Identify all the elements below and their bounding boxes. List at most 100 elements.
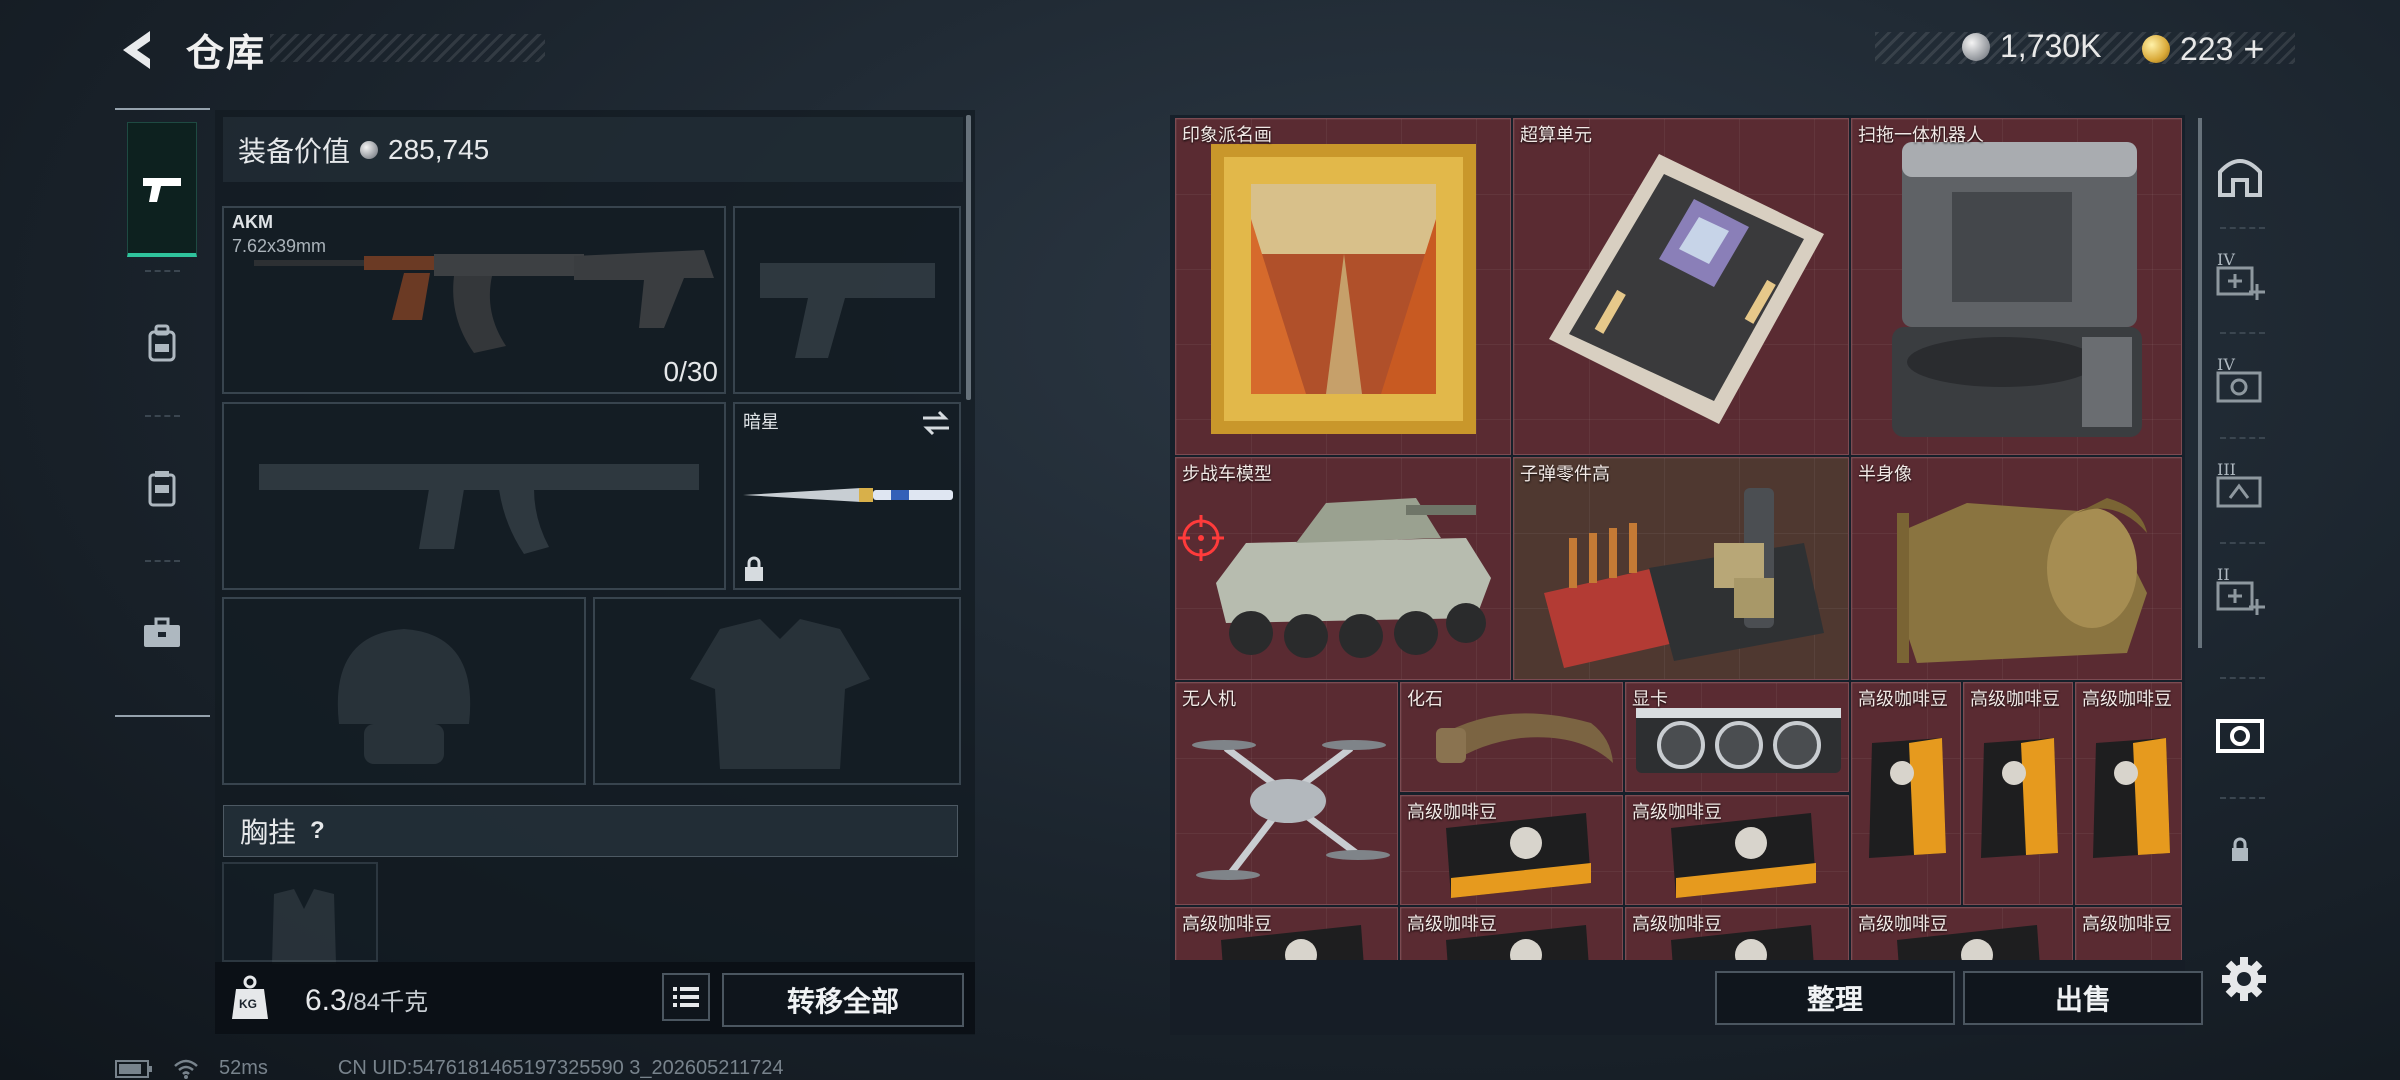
status-line: 52ms CN UID:5476181465197325590 3_202605… — [115, 1057, 783, 1080]
vest-silhouette-icon — [690, 619, 870, 769]
swap-icon[interactable] — [921, 410, 951, 436]
lock-icon — [745, 556, 763, 581]
player-uid: CN UID:5476181465197325590 3_20260521172… — [337, 1057, 784, 1079]
gold-coin-icon — [2142, 35, 2170, 63]
silver-amount: 1,730K — [2000, 28, 2102, 64]
equipment-category-nav — [115, 108, 210, 717]
gold-currency[interactable]: 223 + — [2142, 28, 2264, 70]
equipment-value-bar: 装备价值 285,745 — [223, 117, 963, 182]
weight-icon-label: KG — [239, 997, 257, 1011]
pistol-silhouette-icon — [760, 263, 935, 358]
weight-icon: KG — [230, 975, 270, 1021]
ping: 52ms — [219, 1057, 268, 1079]
settings-button[interactable] — [2220, 955, 2268, 1003]
coffee-beans-bag-icon — [1869, 738, 1946, 858]
help-button[interactable]: ? — [310, 817, 325, 845]
equipment-value: 285,745 — [388, 133, 490, 165]
rifle-silhouette-icon — [259, 464, 699, 554]
storage-tab-nav: IV IV III II — [2200, 115, 2280, 905]
tab-storage-ii[interactable]: II — [2200, 545, 2280, 645]
ifv-model-icon — [1216, 498, 1491, 658]
storage-item[interactable]: 高级咖啡豆 — [2075, 907, 2182, 960]
storage-item[interactable]: 步战车模型 — [1175, 457, 1511, 680]
tab-storage-iii[interactable]: III — [2200, 440, 2280, 540]
back-arrow-icon — [123, 31, 150, 69]
storage-item[interactable]: 高级咖啡豆 — [1851, 907, 2073, 960]
chest-rig-silhouette-icon — [272, 889, 336, 964]
transfer-all-button[interactable]: 转移全部 — [722, 973, 964, 1027]
equipment-scrollbar[interactable] — [966, 115, 971, 400]
bust-statue-icon — [1897, 498, 2147, 663]
akm-rifle-icon — [254, 250, 714, 353]
weapon-ammo: 0/30 — [663, 356, 719, 387]
storage-item[interactable]: 高级咖啡豆 — [1400, 907, 1623, 960]
battery-icon — [115, 1059, 152, 1078]
storage-item[interactable]: 高级咖啡豆 — [1963, 682, 2073, 905]
weight-current: 6.3 — [305, 984, 347, 1017]
chest-rig-icon — [148, 470, 176, 506]
painting-icon — [1211, 144, 1476, 434]
storage-item[interactable]: 高级咖啡豆 — [1400, 795, 1623, 905]
knife-icon — [743, 488, 953, 502]
case-icon — [2216, 719, 2264, 753]
primary-weapon-slot[interactable]: AKM 7.62x39mm 0/30 — [222, 206, 726, 394]
coffee-beans-bag-icon — [2093, 738, 2170, 858]
storage-item[interactable]: 高级咖啡豆 — [1625, 907, 1849, 960]
helmet-slot[interactable] — [222, 597, 586, 785]
drone-icon — [1192, 740, 1390, 880]
storage-item[interactable]: 高级咖啡豆 — [1625, 795, 1849, 905]
storage-item[interactable]: 超算单元 — [1513, 118, 1849, 455]
body-armor-slot[interactable] — [593, 597, 961, 785]
fossil-claw-icon — [1436, 713, 1613, 763]
weight-readout: 6.3 /84千克 — [305, 982, 428, 1018]
nav-weapons[interactable] — [127, 122, 197, 257]
chest-rig-label: 胸挂 — [240, 817, 297, 848]
tab-storage-selected[interactable] — [2200, 685, 2280, 785]
sort-button[interactable]: 整理 — [1715, 971, 1955, 1025]
gold-amount: 223 — [2180, 30, 2234, 67]
nav-armor[interactable] — [127, 275, 197, 410]
wifi-icon — [174, 1059, 198, 1079]
equipment-value-label: 装备价值 — [238, 135, 351, 167]
chest-rig-header: 胸挂 ? — [223, 805, 958, 857]
tab-storage-iv-a[interactable]: IV — [2200, 230, 2280, 330]
storage-item[interactable]: 高级咖啡豆 — [2075, 682, 2182, 905]
storage-item[interactable]: 高级咖啡豆 — [1851, 682, 1961, 905]
storage-item[interactable]: 显卡 — [1625, 682, 1849, 792]
backpack-icon — [148, 324, 176, 361]
back-button[interactable] — [115, 25, 165, 75]
chest-rig-slot[interactable] — [222, 862, 378, 964]
lock-icon — [2232, 837, 2248, 861]
compute-unit-icon — [1549, 154, 1824, 424]
melee-name: 暗星 — [743, 412, 779, 432]
coffee-beans-bag-icon — [1981, 738, 2058, 858]
pistol-slot[interactable] — [733, 206, 961, 394]
storage-item[interactable]: 子弹零件高 — [1513, 457, 1849, 680]
tab-locked — [2200, 800, 2280, 900]
gear-icon — [2222, 957, 2266, 1001]
page-title: 仓库 — [186, 33, 267, 75]
melee-slot[interactable]: 暗星 — [733, 402, 961, 590]
storage-item[interactable]: 高级咖啡豆 — [1175, 907, 1398, 960]
tab-home[interactable] — [2200, 125, 2280, 225]
helmet-silhouette-icon — [337, 629, 471, 764]
list-view-button[interactable] — [662, 973, 710, 1021]
bullet-parts-icon — [1544, 488, 1824, 668]
sell-button[interactable]: 出售 — [1963, 971, 2203, 1025]
add-currency-button[interactable]: + — [2243, 28, 2264, 70]
storage-item[interactable]: 化石 — [1400, 682, 1623, 792]
nav-case[interactable] — [127, 565, 197, 700]
weight-max: /84千克 — [346, 989, 429, 1016]
tab-storage-iv-b[interactable]: IV — [2200, 335, 2280, 435]
home-icon — [2218, 159, 2262, 197]
storage-item[interactable]: 半身像 — [1851, 457, 2182, 680]
robot-vacuum-icon — [1892, 142, 2142, 437]
storage-item[interactable]: 印象派名画 — [1175, 118, 1511, 455]
storage-item[interactable]: 扫拖一体机器人 — [1851, 118, 2182, 455]
silver-currency: 1,730K — [1962, 28, 2101, 65]
silver-coin-icon — [360, 140, 379, 159]
nav-gear[interactable] — [127, 420, 197, 555]
secondary-weapon-slot[interactable] — [222, 402, 726, 590]
storage-item[interactable]: 无人机 — [1175, 682, 1398, 905]
storage-grid: 印象派名画 超算单元 扫拖一体机器人 步战车模型 子弹零件高 半身像 无人机 化… — [1170, 115, 2185, 960]
